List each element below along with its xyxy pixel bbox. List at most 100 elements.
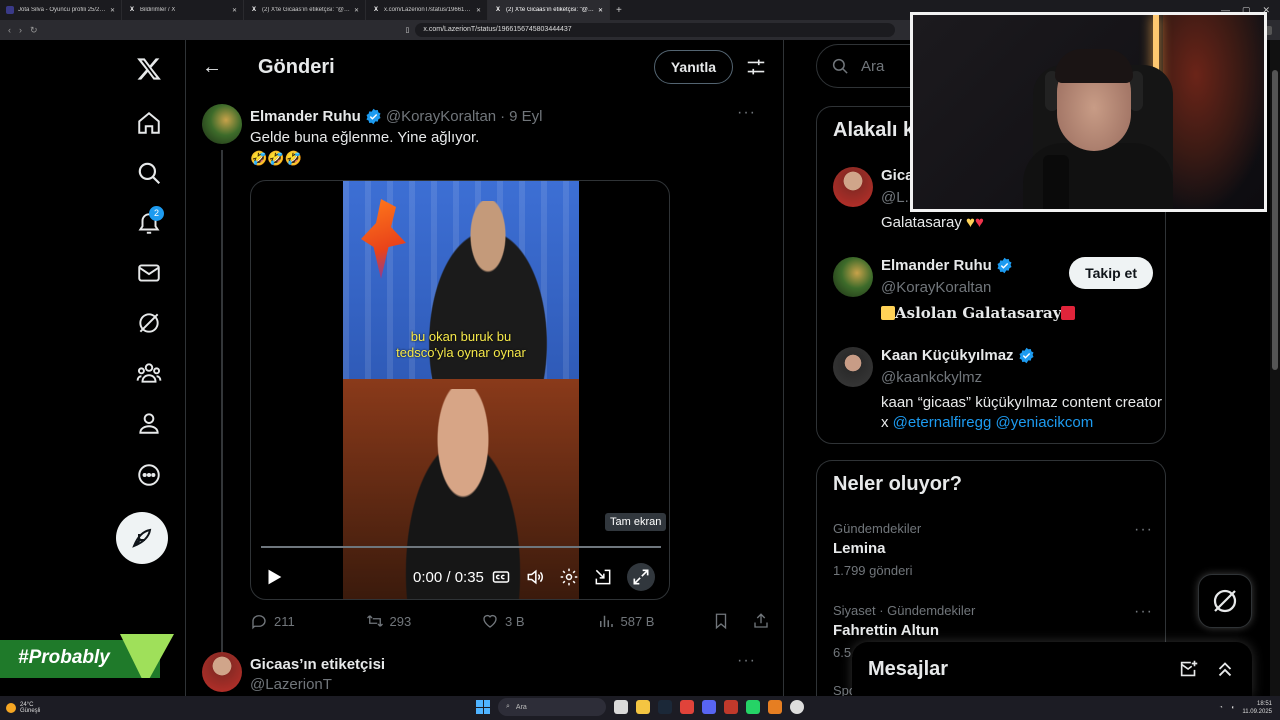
tab-close-icon[interactable]: ✕ (354, 7, 359, 14)
author-handle[interactable]: @LazerionT (250, 676, 332, 693)
new-tab-button[interactable]: + (610, 5, 628, 16)
like-action[interactable]: 3 B (481, 612, 597, 630)
wifi-icon[interactable]: ◔ (1219, 705, 1223, 711)
browser-tab-active[interactable]: X (2) X'te Gicaas'ın etiketçisi: "@Bu ✕ (488, 0, 610, 20)
x-favicon-icon: X (129, 7, 134, 13)
person-handle: @kaankckylmz (881, 369, 983, 386)
captions-icon[interactable] (491, 567, 511, 587)
trend-item[interactable]: Gündemdekiler Lemina 1.799 gönderi ··· (833, 521, 1153, 578)
back-arrow-icon[interactable]: ‹ (8, 25, 11, 36)
bookmark-icon[interactable] (712, 612, 730, 630)
person-bio: Aslolan Galatasaray (881, 303, 1171, 324)
scrollbar[interactable] (1270, 40, 1280, 696)
new-message-icon[interactable] (1178, 658, 1200, 680)
more-options-icon[interactable]: ··· (1134, 603, 1153, 621)
messages-drawer[interactable]: Mesajlar (852, 642, 1252, 696)
address-bar[interactable]: x.com/LazerionT/status/19661567458034444… (415, 23, 896, 37)
x-logo-icon[interactable] (128, 48, 170, 90)
whatsapp-icon[interactable] (746, 700, 760, 714)
clock[interactable]: 18:51 11.09.2025 (1242, 700, 1272, 716)
reload-icon[interactable]: ↻ (30, 25, 38, 36)
search-icon[interactable] (128, 152, 170, 194)
start-button[interactable] (476, 700, 490, 714)
microphone (1043, 155, 1069, 209)
fullscreen-button[interactable] (627, 563, 655, 591)
avatar[interactable] (833, 167, 873, 207)
author-name[interactable]: Gicaas’ın etiketçisi (250, 656, 385, 673)
browser-tab[interactable]: X Bildirimler / X ✕ (122, 0, 244, 20)
more-options-icon[interactable]: ··· (737, 652, 756, 670)
thread-line (221, 150, 223, 670)
volume-icon[interactable]: ◖ (1231, 705, 1235, 711)
tab-close-icon[interactable]: ✕ (598, 7, 603, 14)
profile-icon[interactable] (128, 402, 170, 444)
avatar[interactable] (202, 104, 242, 144)
reply-button[interactable]: Yanıtla (653, 50, 733, 84)
mention-link[interactable]: @eternalfiregg (893, 414, 992, 431)
app-icon[interactable] (768, 700, 782, 714)
settings-gear-icon[interactable] (559, 567, 579, 587)
tweet-header: Elmander Ruhu @KorayKoraltan · 9 Eyl (250, 108, 543, 125)
browser-tab[interactable]: Jota Silva - Oyuncu profili 25/26 | Tra✕ (0, 0, 122, 20)
author-handle[interactable]: @KorayKoraltan (386, 108, 496, 125)
video-progress-bar[interactable] (261, 546, 661, 548)
x-favicon-icon: X (495, 7, 500, 13)
forward-arrow-icon[interactable]: › (19, 25, 22, 36)
person-bio: Galatasaray ♥♥ (881, 214, 984, 231)
browser-tab[interactable]: Xx.com/LazerionT/status/196615671245✕ (366, 0, 488, 20)
mention-link[interactable]: @yeniacikcom (995, 414, 1093, 431)
more-options-icon[interactable]: ··· (737, 104, 756, 122)
app-icon[interactable] (724, 700, 738, 714)
person-name[interactable]: Elmander Ruhu (881, 257, 992, 274)
scroll-thumb[interactable] (1272, 70, 1278, 370)
more-icon[interactable] (128, 454, 170, 496)
browser-app-icon[interactable] (680, 700, 694, 714)
chevron-up-icon[interactable] (1214, 658, 1236, 680)
volume-icon[interactable] (525, 567, 545, 587)
play-icon[interactable] (263, 566, 285, 588)
grok-button[interactable] (1198, 574, 1252, 628)
reply-action[interactable]: 211 (250, 612, 366, 630)
discord-icon[interactable] (702, 700, 716, 714)
repost-action[interactable]: 293 (366, 612, 482, 630)
pip-icon[interactable] (593, 567, 613, 587)
comment-icon (252, 615, 266, 630)
browser-tab[interactable]: X(2) X'te Gicaas'ın etiketçisi: "@burhan… (244, 0, 366, 20)
person-handle: @KorayKoraltan (881, 279, 992, 296)
tweet-actions: 211 293 3 B 587 B (250, 612, 770, 630)
author-name[interactable]: Elmander Ruhu (250, 108, 361, 125)
tab-close-icon[interactable]: ✕ (232, 7, 237, 14)
tab-close-icon[interactable]: ✕ (476, 7, 481, 14)
obs-icon[interactable] (790, 700, 804, 714)
bookmark-icon[interactable]: ▯ (406, 26, 410, 34)
tweet-date[interactable]: 9 Eyl (509, 108, 542, 125)
video-player[interactable]: bu okan buruk bu tedsco'yla oynar oynar … (250, 180, 670, 600)
post-button[interactable] (116, 512, 168, 564)
back-arrow-icon[interactable]: ← (202, 56, 224, 79)
address-area: ▯ x.com/LazerionT/status/196615674580344… (406, 23, 896, 37)
home-icon[interactable] (128, 102, 170, 144)
taskbar: 24°C Güneşli ⌕ Ara ◔ ◖ 18:51 11.09.2025 (0, 696, 1280, 720)
avatar[interactable] (833, 257, 873, 297)
main-column: ← Gönderi Yanıtla Elmander Ruhu @KorayKo… (186, 40, 784, 696)
task-view-icon[interactable] (614, 700, 628, 714)
person-name[interactable]: Kaan Küçükyılmaz (881, 347, 1014, 364)
bell-icon[interactable]: 2 (128, 202, 170, 244)
more-options-icon[interactable]: ··· (1134, 521, 1153, 539)
weather-widget[interactable]: 24°C Güneşli (0, 702, 120, 714)
avatar[interactable] (833, 347, 873, 387)
mail-icon[interactable] (128, 252, 170, 294)
share-icon[interactable] (752, 612, 770, 630)
communities-icon[interactable] (128, 352, 170, 394)
red-heart-icon: ♥ (974, 214, 984, 231)
views-action[interactable]: 587 B (597, 612, 713, 630)
taskbar-search[interactable]: ⌕ Ara (498, 698, 606, 716)
steam-icon[interactable] (658, 700, 672, 714)
tab-close-icon[interactable]: ✕ (110, 7, 115, 14)
verified-badge-icon (997, 257, 1012, 274)
grok-icon[interactable] (128, 302, 170, 344)
avatar[interactable] (202, 652, 242, 692)
sliders-icon[interactable] (745, 56, 767, 78)
follow-button[interactable]: Takip et (1069, 257, 1153, 289)
file-explorer-icon[interactable] (636, 700, 650, 714)
